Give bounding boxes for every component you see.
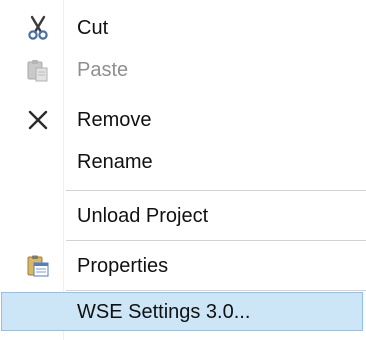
context-menu: Cut Paste Remove Rename Unload Project P… xyxy=(0,0,366,340)
menu-item-wse-settings[interactable]: WSE Settings 3.0... xyxy=(0,292,366,332)
menu-item-label: Properties xyxy=(77,254,169,277)
clipboard-paste-icon xyxy=(25,57,51,83)
menu-item-label: Rename xyxy=(77,150,153,173)
menu-separator xyxy=(66,290,366,291)
menu-item-remove[interactable]: Remove xyxy=(0,100,366,140)
menu-item-label: Cut xyxy=(77,16,109,39)
menu-item-label: WSE Settings 3.0... xyxy=(77,300,251,323)
menu-item-label: Paste xyxy=(77,58,129,81)
menu-item-rename[interactable]: Rename xyxy=(0,142,366,182)
menu-item-label: Remove xyxy=(77,108,152,131)
menu-item-unload-project[interactable]: Unload Project xyxy=(0,196,366,236)
menu-item-cut[interactable]: Cut xyxy=(0,8,366,48)
properties-icon xyxy=(25,253,51,279)
menu-separator xyxy=(66,240,366,241)
menu-item-label: Unload Project xyxy=(77,204,209,227)
menu-separator xyxy=(66,190,366,191)
menu-item-properties[interactable]: Properties xyxy=(0,246,366,286)
menu-item-paste[interactable]: Paste xyxy=(0,50,366,90)
remove-x-icon xyxy=(25,107,51,133)
scissors-icon xyxy=(25,15,51,41)
